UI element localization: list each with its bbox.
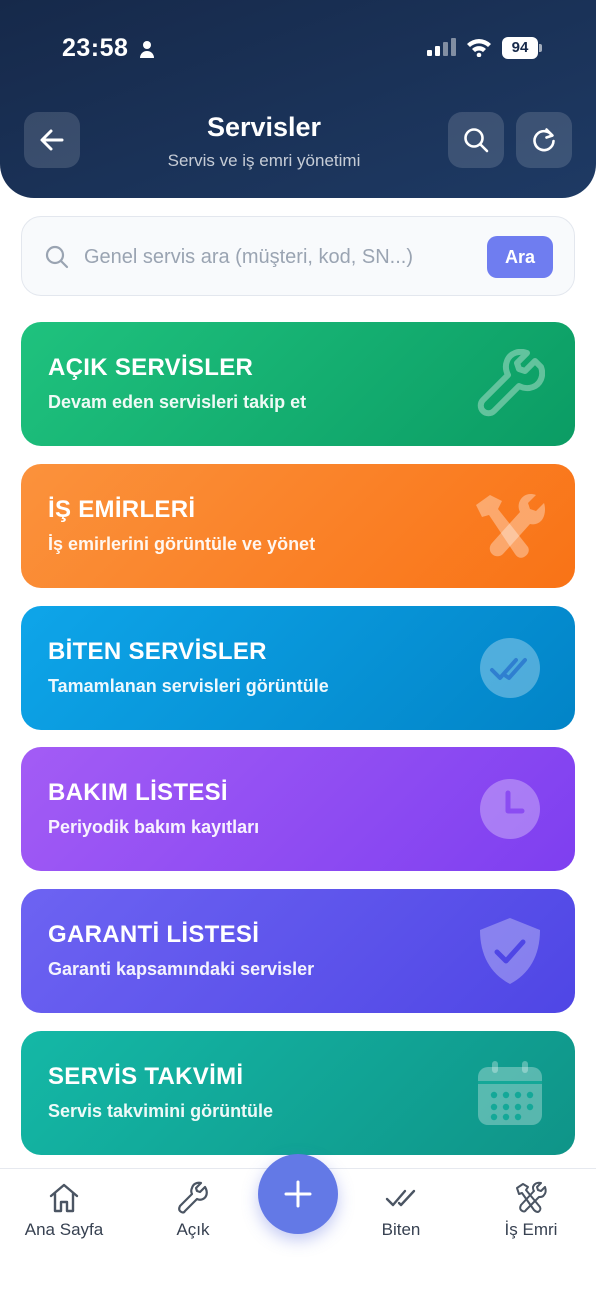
home-icon <box>49 1183 79 1213</box>
clock-icon <box>471 773 549 845</box>
header: 23:58 94 Servisler Servis ve iş emri yön <box>0 0 596 198</box>
battery-level: 94 <box>502 37 538 59</box>
card-subtitle: İş emirlerini görüntüle ve yönet <box>48 534 316 554</box>
nav-label: İş Emri <box>504 1220 558 1239</box>
refresh-icon <box>533 128 555 152</box>
card-title: GARANTİ LİSTESİ <box>48 921 260 948</box>
nav-label: Açık <box>176 1220 210 1239</box>
search-icon <box>45 245 69 269</box>
double-check-icon <box>471 632 549 704</box>
hammer-wrench-icon <box>516 1181 547 1213</box>
card-biten-servisler[interactable]: BİTEN SERVİSLER Tamamlanan servisleri gö… <box>21 606 575 730</box>
screen: 23:58 94 Servisler Servis ve iş emri yön <box>0 0 596 1290</box>
status-bar: 23:58 94 <box>0 28 596 68</box>
refresh-button[interactable] <box>516 112 572 168</box>
plus-icon <box>284 1180 312 1208</box>
card-title: İŞ EMİRLERİ <box>48 496 196 523</box>
card-subtitle: Devam eden servisleri takip et <box>48 392 307 412</box>
person-icon <box>140 41 154 58</box>
card-title: BAKIM LİSTESİ <box>48 779 228 806</box>
global-search-bar: Ara <box>21 216 575 296</box>
search-submit-button[interactable]: Ara <box>487 236 553 278</box>
card-subtitle: Garanti kapsamındaki servisler <box>48 959 315 979</box>
card-title: AÇIK SERVİSLER <box>48 354 254 381</box>
shield-check-icon <box>471 915 549 987</box>
nav-label: Biten <box>381 1220 421 1239</box>
calendar-icon <box>471 1057 549 1129</box>
card-bakim-listesi[interactable]: BAKIM LİSTESİ Periyodik bakım kayıtları <box>21 747 575 871</box>
nav-label: Ana Sayfa <box>24 1220 104 1239</box>
wrench-icon <box>178 1181 208 1214</box>
card-servis-takvimi[interactable]: SERVİS TAKVİMİ Servis takvimini görüntül… <box>21 1031 575 1155</box>
wrench-icon <box>471 348 549 420</box>
nav-item-is-emri[interactable]: İş Emri <box>476 1181 586 1251</box>
double-check-icon <box>385 1189 416 1207</box>
hammer-wrench-icon <box>471 490 549 562</box>
add-button[interactable] <box>258 1154 338 1234</box>
signal-icon <box>427 38 456 56</box>
card-subtitle: Tamamlanan servisleri görüntüle <box>48 676 329 696</box>
battery-indicator: 94 <box>502 37 542 59</box>
battery-tip <box>539 44 542 52</box>
card-subtitle: Servis takvimini görüntüle <box>48 1101 274 1121</box>
card-garanti-listesi[interactable]: GARANTİ LİSTESİ Garanti kapsamındaki ser… <box>21 889 575 1013</box>
card-is-emirleri[interactable]: İŞ EMİRLERİ İş emirlerini görüntüle ve y… <box>21 464 575 588</box>
card-title: BİTEN SERVİSLER <box>48 638 267 665</box>
nav-item-acik[interactable]: Açık <box>138 1181 248 1251</box>
nav-item-home[interactable]: Ana Sayfa <box>9 1181 119 1251</box>
search-icon <box>464 128 489 153</box>
search-button[interactable] <box>448 112 504 168</box>
search-input[interactable] <box>84 241 474 273</box>
card-subtitle: Periyodik bakım kayıtları <box>48 817 260 837</box>
wifi-icon <box>467 39 491 57</box>
card-title: SERVİS TAKVİMİ <box>48 1063 244 1090</box>
status-time: 23:58 <box>62 34 129 62</box>
card-acik-servisler[interactable]: AÇIK SERVİSLER Devam eden servisleri tak… <box>21 322 575 446</box>
nav-item-biten[interactable]: Biten <box>346 1181 456 1251</box>
